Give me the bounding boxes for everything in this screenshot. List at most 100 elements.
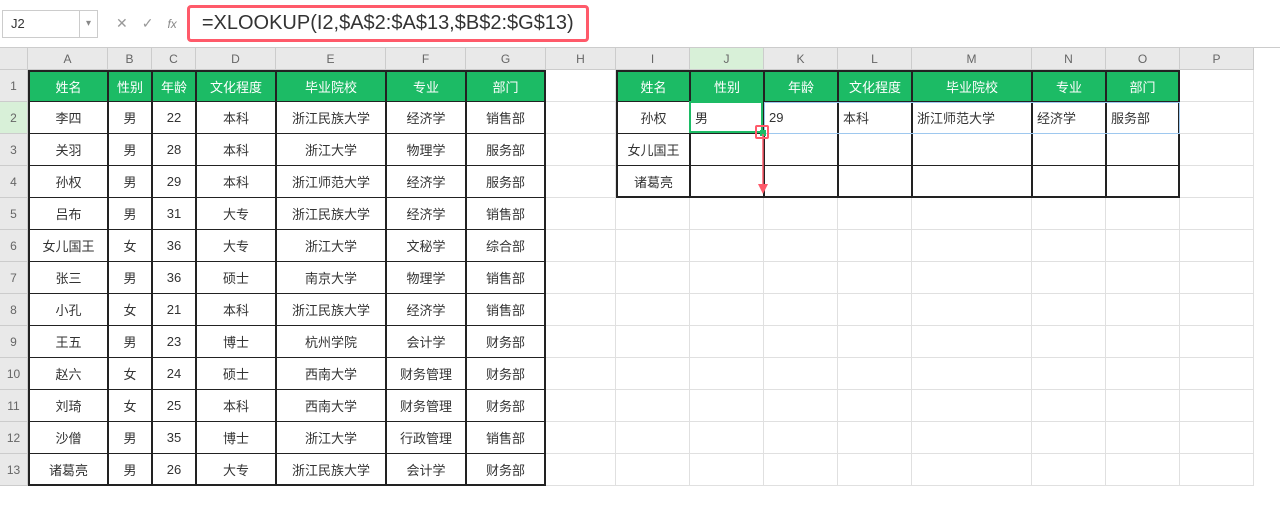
col-header-J[interactable]: J bbox=[690, 48, 764, 70]
cell-I13[interactable] bbox=[616, 454, 690, 486]
cell-A6[interactable]: 女儿国王 bbox=[28, 230, 108, 262]
cell-N9[interactable] bbox=[1032, 326, 1106, 358]
cell-L4[interactable] bbox=[838, 166, 912, 198]
cell-P4[interactable] bbox=[1180, 166, 1254, 198]
col-header-K[interactable]: K bbox=[764, 48, 838, 70]
cell-K12[interactable] bbox=[764, 422, 838, 454]
cell-M13[interactable] bbox=[912, 454, 1032, 486]
name-box[interactable]: J2 bbox=[2, 10, 80, 38]
cell-K11[interactable] bbox=[764, 390, 838, 422]
cell-O12[interactable] bbox=[1106, 422, 1180, 454]
cell-N4[interactable] bbox=[1032, 166, 1106, 198]
col-header-A[interactable]: A bbox=[28, 48, 108, 70]
cell-N10[interactable] bbox=[1032, 358, 1106, 390]
cell-E10[interactable]: 西南大学 bbox=[276, 358, 386, 390]
cell-A13[interactable]: 诸葛亮 bbox=[28, 454, 108, 486]
cell-J4[interactable] bbox=[690, 166, 764, 198]
cell-F3[interactable]: 物理学 bbox=[386, 134, 466, 166]
cell-P10[interactable] bbox=[1180, 358, 1254, 390]
cell-H12[interactable] bbox=[546, 422, 616, 454]
cell-O8[interactable] bbox=[1106, 294, 1180, 326]
cell-C13[interactable]: 26 bbox=[152, 454, 196, 486]
cell-D3[interactable]: 本科 bbox=[196, 134, 276, 166]
cell-J10[interactable] bbox=[690, 358, 764, 390]
col-header-E[interactable]: E bbox=[276, 48, 386, 70]
cell-L2[interactable]: 本科 bbox=[838, 102, 912, 134]
confirm-icon[interactable]: ✓ bbox=[142, 15, 154, 32]
cell-M8[interactable] bbox=[912, 294, 1032, 326]
cell-I5[interactable] bbox=[616, 198, 690, 230]
row-header-1[interactable]: 1 bbox=[0, 70, 28, 102]
cell-C4[interactable]: 29 bbox=[152, 166, 196, 198]
cell-P9[interactable] bbox=[1180, 326, 1254, 358]
cell-M7[interactable] bbox=[912, 262, 1032, 294]
row-header-4[interactable]: 4 bbox=[0, 166, 28, 198]
cell-E2[interactable]: 浙江民族大学 bbox=[276, 102, 386, 134]
fx-icon[interactable]: fx bbox=[167, 17, 176, 31]
cell-F8[interactable]: 经济学 bbox=[386, 294, 466, 326]
cell-C12[interactable]: 35 bbox=[152, 422, 196, 454]
cell-I8[interactable] bbox=[616, 294, 690, 326]
cell-D8[interactable]: 本科 bbox=[196, 294, 276, 326]
cell-G12[interactable]: 销售部 bbox=[466, 422, 546, 454]
name-box-dropdown[interactable]: ▾ bbox=[80, 10, 98, 38]
cell-D5[interactable]: 大专 bbox=[196, 198, 276, 230]
cell-H2[interactable] bbox=[546, 102, 616, 134]
cell-C3[interactable]: 28 bbox=[152, 134, 196, 166]
cell-H4[interactable] bbox=[546, 166, 616, 198]
cell-M11[interactable] bbox=[912, 390, 1032, 422]
cell-D10[interactable]: 硕士 bbox=[196, 358, 276, 390]
fill-handle[interactable] bbox=[760, 130, 766, 136]
cell-E1[interactable]: 毕业院校 bbox=[276, 70, 386, 102]
cell-K5[interactable] bbox=[764, 198, 838, 230]
cell-F11[interactable]: 财务管理 bbox=[386, 390, 466, 422]
col-header-D[interactable]: D bbox=[196, 48, 276, 70]
col-header-H[interactable]: H bbox=[546, 48, 616, 70]
cell-A10[interactable]: 赵六 bbox=[28, 358, 108, 390]
cell-J5[interactable] bbox=[690, 198, 764, 230]
cancel-icon[interactable]: ✕ bbox=[116, 15, 128, 32]
cell-A1[interactable]: 姓名 bbox=[28, 70, 108, 102]
cell-M9[interactable] bbox=[912, 326, 1032, 358]
cell-E8[interactable]: 浙江民族大学 bbox=[276, 294, 386, 326]
col-header-M[interactable]: M bbox=[912, 48, 1032, 70]
cell-E12[interactable]: 浙江大学 bbox=[276, 422, 386, 454]
cell-E7[interactable]: 南京大学 bbox=[276, 262, 386, 294]
cell-P1[interactable] bbox=[1180, 70, 1254, 102]
cell-L5[interactable] bbox=[838, 198, 912, 230]
cell-C11[interactable]: 25 bbox=[152, 390, 196, 422]
cell-C7[interactable]: 36 bbox=[152, 262, 196, 294]
cell-I10[interactable] bbox=[616, 358, 690, 390]
row-header-6[interactable]: 6 bbox=[0, 230, 28, 262]
cell-E13[interactable]: 浙江民族大学 bbox=[276, 454, 386, 486]
cell-M3[interactable] bbox=[912, 134, 1032, 166]
cell-I9[interactable] bbox=[616, 326, 690, 358]
cell-A8[interactable]: 小孔 bbox=[28, 294, 108, 326]
row-header-3[interactable]: 3 bbox=[0, 134, 28, 166]
cell-H3[interactable] bbox=[546, 134, 616, 166]
cell-I11[interactable] bbox=[616, 390, 690, 422]
cell-E3[interactable]: 浙江大学 bbox=[276, 134, 386, 166]
col-header-I[interactable]: I bbox=[616, 48, 690, 70]
cell-F5[interactable]: 经济学 bbox=[386, 198, 466, 230]
row-header-11[interactable]: 11 bbox=[0, 390, 28, 422]
cell-A3[interactable]: 关羽 bbox=[28, 134, 108, 166]
cell-F10[interactable]: 财务管理 bbox=[386, 358, 466, 390]
row-header-2[interactable]: 2 bbox=[0, 102, 28, 134]
cell-L11[interactable] bbox=[838, 390, 912, 422]
cell-F1[interactable]: 专业 bbox=[386, 70, 466, 102]
row-header-5[interactable]: 5 bbox=[0, 198, 28, 230]
cell-C2[interactable]: 22 bbox=[152, 102, 196, 134]
col-header-P[interactable]: P bbox=[1180, 48, 1254, 70]
cell-G9[interactable]: 财务部 bbox=[466, 326, 546, 358]
cell-O6[interactable] bbox=[1106, 230, 1180, 262]
row-header-12[interactable]: 12 bbox=[0, 422, 28, 454]
formula-input[interactable]: =XLOOKUP(I2,$A$2:$A$13,$B$2:$G$13) bbox=[187, 5, 589, 42]
cell-C6[interactable]: 36 bbox=[152, 230, 196, 262]
cell-J3[interactable] bbox=[690, 134, 764, 166]
cell-K9[interactable] bbox=[764, 326, 838, 358]
cell-J11[interactable] bbox=[690, 390, 764, 422]
cell-B12[interactable]: 男 bbox=[108, 422, 152, 454]
cell-G5[interactable]: 销售部 bbox=[466, 198, 546, 230]
cell-P5[interactable] bbox=[1180, 198, 1254, 230]
